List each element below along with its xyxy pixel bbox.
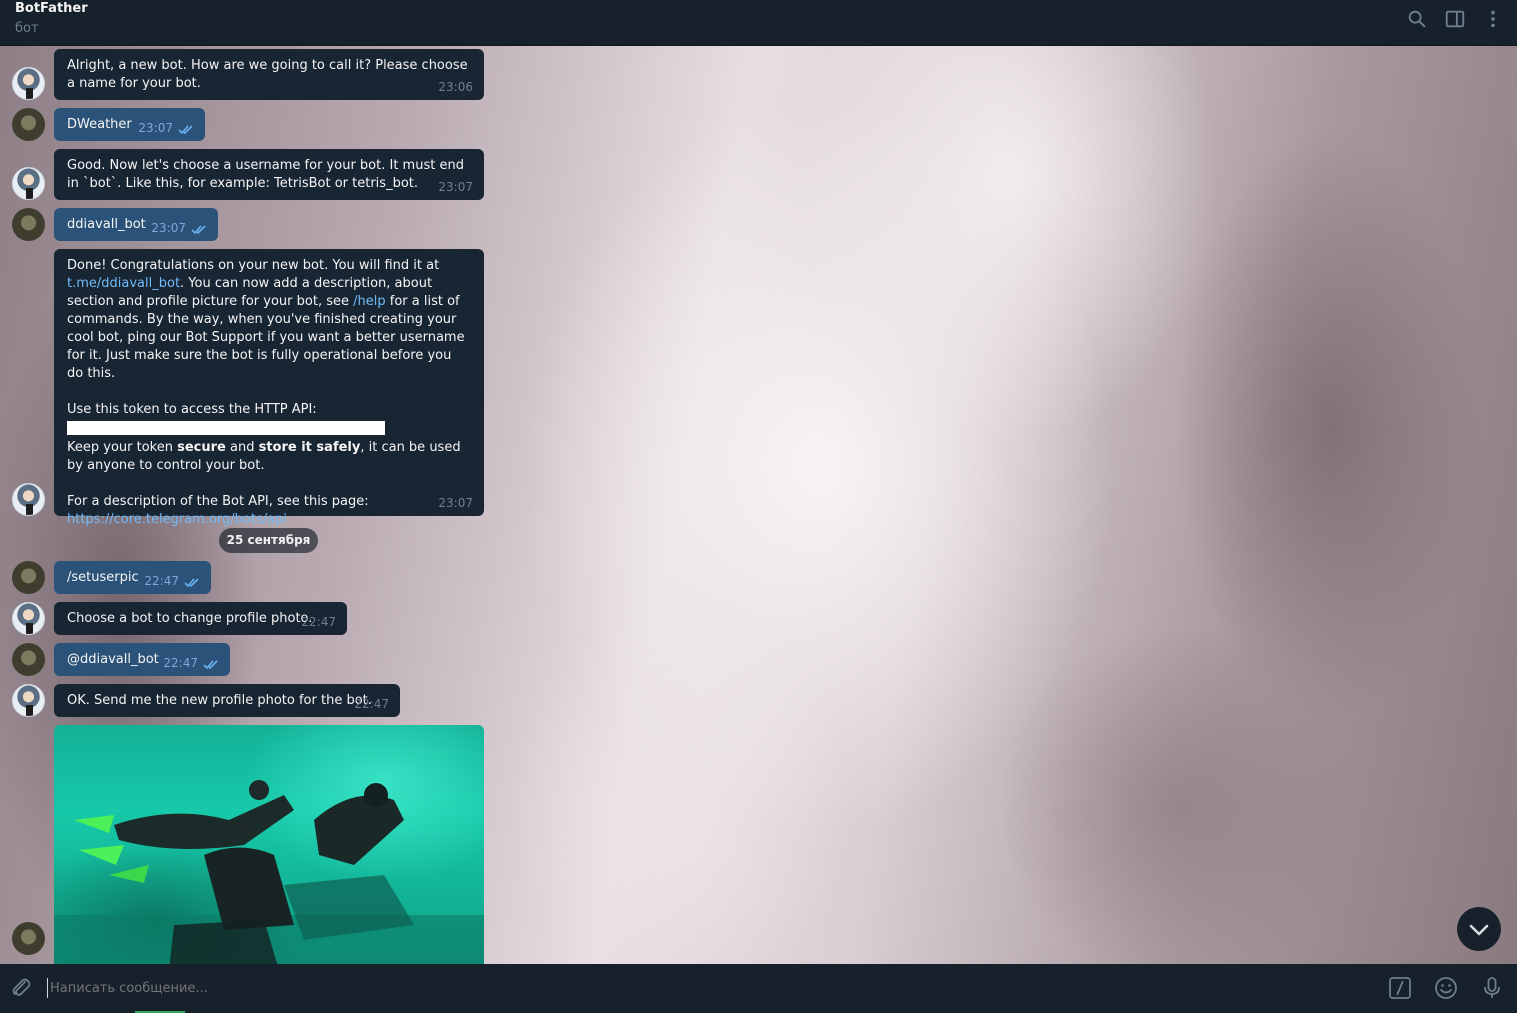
message-text: Use this token to access the HTTP API: (67, 402, 317, 417)
read-checks-icon (191, 225, 206, 235)
chat-subtitle: бот (15, 21, 39, 36)
message-text: Alright, a new bot. How are we going to … (67, 58, 468, 91)
user-avatar[interactable] (12, 643, 45, 676)
message-time: 22:47 (354, 697, 389, 711)
scroll-to-bottom-button[interactable] (1457, 907, 1501, 951)
read-checks-icon (203, 660, 218, 670)
read-checks-icon (184, 578, 199, 588)
message-bold-text: secure (177, 440, 226, 455)
attach-icon[interactable] (9, 976, 33, 1000)
read-checks-icon (178, 125, 193, 135)
message-text: /setuserpic (67, 570, 139, 585)
date-separator: 25 сентября (219, 528, 318, 553)
bot-commands-icon[interactable] (1388, 976, 1412, 1000)
microphone-icon[interactable] (1480, 976, 1504, 1000)
message-incoming[interactable]: Good. Now let's choose a username for yo… (54, 149, 484, 200)
message-paragraph: Done! Congratulations on your new bot. Y… (67, 257, 471, 383)
message-incoming[interactable]: Done! Congratulations on your new bot. Y… (54, 249, 484, 527)
botfather-avatar[interactable] (12, 602, 45, 635)
chat-title[interactable]: BotFather (15, 1, 88, 16)
message-outgoing[interactable]: /setuserpic 22:47 (54, 561, 211, 594)
message-text: Done! Congratulations on your new bot. Y… (67, 258, 440, 273)
chevron-down-icon (1469, 924, 1489, 936)
message-outgoing[interactable]: ddiavall_bot 23:07 (54, 208, 218, 241)
botfather-avatar[interactable] (12, 483, 45, 516)
message-time: 22:47 (301, 615, 336, 629)
chat-header: BotFather бот (0, 0, 1517, 46)
message-text: OK. Send me the new profile photo for th… (67, 693, 372, 708)
user-avatar[interactable] (12, 108, 45, 141)
message-time: 23:06 (438, 80, 473, 94)
message-text: Choose a bot to change profile photo. (67, 611, 313, 626)
message-incoming[interactable]: Alright, a new bot. How are we going to … (54, 49, 484, 100)
message-text: Keep your token (67, 440, 178, 455)
message-outgoing[interactable]: DWeather 23:07 (54, 108, 205, 141)
redacted-token (67, 421, 385, 435)
message-text: Good. Now let's choose a username for yo… (67, 158, 464, 191)
bot-link[interactable]: t.me/ddiavall_bot (67, 276, 180, 291)
message-paragraph: Keep your token secure and store it safe… (67, 439, 471, 475)
message-text: and (225, 440, 259, 455)
help-command-link[interactable]: /help (353, 294, 385, 309)
message-time: 23:07 (138, 121, 173, 135)
message-incoming[interactable]: Choose a bot to change profile photo. 22… (54, 602, 347, 635)
message-time: 23:07 (438, 496, 473, 510)
emoji-icon[interactable] (1434, 976, 1458, 1000)
botfather-avatar[interactable] (12, 167, 45, 200)
search-icon[interactable] (1406, 8, 1428, 30)
message-text: ddiavall_bot (67, 217, 146, 232)
user-avatar[interactable] (12, 922, 45, 955)
botfather-avatar[interactable] (12, 67, 45, 100)
message-text: For a description of the Bot API, see th… (67, 494, 369, 509)
message-input[interactable] (48, 974, 1368, 1002)
botfather-avatar[interactable] (12, 684, 45, 717)
chat-history[interactable]: Alright, a new bot. How are we going to … (0, 46, 1517, 964)
message-outgoing[interactable]: @ddiavall_bot 22:47 (54, 643, 230, 676)
message-time: 22:47 (144, 574, 179, 588)
message-bold-text: store it safely (258, 440, 361, 455)
user-avatar[interactable] (12, 561, 45, 594)
message-time: 22:47 (163, 656, 198, 670)
underwater-divers-photo (54, 780, 484, 964)
photo-message[interactable] (54, 725, 484, 964)
bot-api-link[interactable]: https://core.telegram.org/bots/api (67, 511, 471, 529)
user-avatar[interactable] (12, 208, 45, 241)
message-text: @ddiavall_bot (67, 652, 159, 667)
message-time: 23:07 (438, 180, 473, 194)
message-composer (0, 964, 1517, 1013)
message-text: DWeather (67, 117, 132, 132)
message-time: 23:07 (151, 221, 186, 235)
more-vertical-icon[interactable] (1482, 8, 1504, 30)
message-incoming[interactable]: OK. Send me the new profile photo for th… (54, 684, 400, 717)
sidebar-toggle-icon[interactable] (1444, 8, 1466, 30)
